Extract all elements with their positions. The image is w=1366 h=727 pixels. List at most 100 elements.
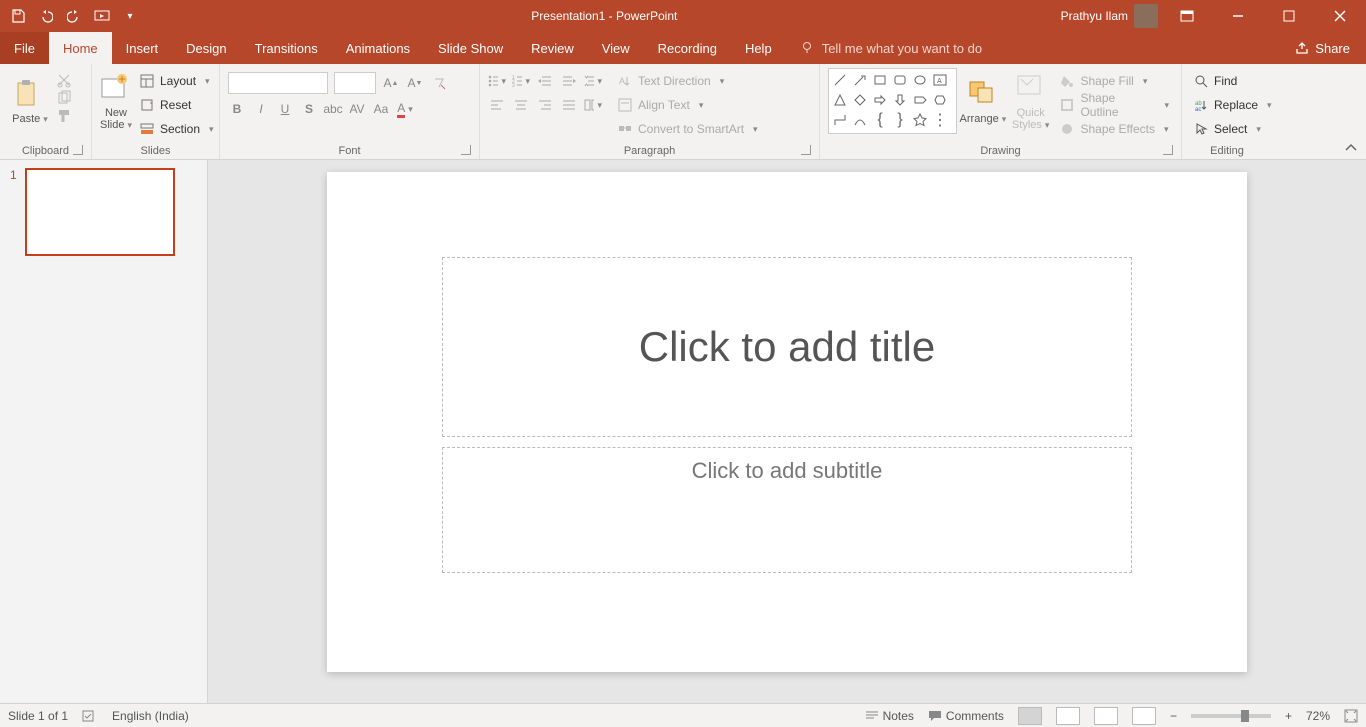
notes-button[interactable]: Notes <box>865 709 914 723</box>
title-placeholder[interactable]: Click to add title <box>442 257 1132 437</box>
customize-qat-icon[interactable]: ▾ <box>122 8 138 24</box>
align-left-icon[interactable] <box>488 96 506 114</box>
tab-slideshow[interactable]: Slide Show <box>424 32 517 64</box>
tab-animations[interactable]: Animations <box>332 32 424 64</box>
normal-view-icon[interactable] <box>1018 707 1042 725</box>
tab-recording[interactable]: Recording <box>644 32 731 64</box>
slide-sorter-view-icon[interactable] <box>1056 707 1080 725</box>
tab-insert[interactable]: Insert <box>112 32 173 64</box>
zoom-percent[interactable]: 72% <box>1306 709 1330 723</box>
collapse-ribbon-icon[interactable] <box>1344 143 1358 153</box>
font-size-combo[interactable] <box>334 72 376 94</box>
text-shadow-icon[interactable]: abc <box>324 100 342 118</box>
zoom-in-icon[interactable]: + <box>1285 709 1292 723</box>
shape-hexagon-icon[interactable] <box>931 91 949 109</box>
increase-font-icon[interactable]: A▲ <box>382 74 400 92</box>
shape-arrow-icon[interactable] <box>851 71 869 89</box>
zoom-out-icon[interactable]: − <box>1170 709 1177 723</box>
start-from-beginning-icon[interactable] <box>94 8 110 24</box>
minimize-button[interactable] <box>1215 0 1260 32</box>
shape-arrow-down-icon[interactable] <box>891 91 909 109</box>
bullets-icon[interactable] <box>488 72 506 90</box>
tab-design[interactable]: Design <box>172 32 240 64</box>
numbering-icon[interactable]: 123 <box>512 72 530 90</box>
user-avatar[interactable] <box>1134 4 1158 28</box>
reading-view-icon[interactable] <box>1094 707 1118 725</box>
user-name[interactable]: Prathyu Ilam <box>1061 9 1128 23</box>
convert-smartart-button[interactable]: Convert to SmartArt <box>614 118 762 140</box>
italic-icon[interactable]: I <box>252 100 270 118</box>
layout-button[interactable]: Layout <box>136 70 218 92</box>
text-direction-button[interactable]: AText Direction <box>614 70 762 92</box>
tab-transitions[interactable]: Transitions <box>241 32 332 64</box>
redo-icon[interactable] <box>66 8 82 24</box>
shape-arrow-right-icon[interactable] <box>871 91 889 109</box>
new-slide-button[interactable]: New Slide <box>100 68 132 136</box>
tab-help[interactable]: Help <box>731 32 786 64</box>
tab-file[interactable]: File <box>0 32 49 64</box>
character-spacing-icon[interactable]: AV <box>348 100 366 118</box>
find-button[interactable]: Find <box>1190 70 1276 92</box>
paragraph-launcher-icon[interactable] <box>801 145 811 155</box>
font-name-combo[interactable] <box>228 72 328 94</box>
shape-brace-right-icon[interactable]: } <box>891 111 909 129</box>
tab-home[interactable]: Home <box>49 32 112 64</box>
strikethrough-icon[interactable]: S <box>300 100 318 118</box>
align-center-icon[interactable] <box>512 96 530 114</box>
zoom-slider[interactable] <box>1191 714 1271 718</box>
select-button[interactable]: Select <box>1190 118 1276 140</box>
thumbnail-preview[interactable] <box>25 168 175 256</box>
shape-pentagon-icon[interactable] <box>911 91 929 109</box>
clipboard-launcher-icon[interactable] <box>73 145 83 155</box>
change-case-icon[interactable]: Aa <box>372 100 390 118</box>
shape-connector-elbow-icon[interactable] <box>831 111 849 129</box>
slide-thumbnail-panel[interactable]: 1 <box>0 160 208 703</box>
maximize-button[interactable] <box>1266 0 1311 32</box>
shape-triangle-icon[interactable] <box>831 91 849 109</box>
slide-counter[interactable]: Slide 1 of 1 <box>8 709 68 723</box>
arrange-button[interactable]: Arrange <box>961 68 1005 136</box>
shape-line-icon[interactable] <box>831 71 849 89</box>
decrease-indent-icon[interactable] <box>536 72 554 90</box>
shapes-more-icon[interactable]: ⋮ <box>931 111 949 129</box>
columns-icon[interactable] <box>584 96 602 114</box>
shape-oval-icon[interactable] <box>911 71 929 89</box>
ribbon-display-options-icon[interactable] <box>1164 0 1209 32</box>
decrease-font-icon[interactable]: A▼ <box>406 74 424 92</box>
align-right-icon[interactable] <box>536 96 554 114</box>
subtitle-placeholder[interactable]: Click to add subtitle <box>442 447 1132 573</box>
slideshow-view-icon[interactable] <box>1132 707 1156 725</box>
close-button[interactable] <box>1317 0 1362 32</box>
tell-me-search[interactable]: Tell me what you want to do <box>786 32 996 64</box>
spell-check-icon[interactable] <box>82 709 98 723</box>
slide-canvas-area[interactable]: Click to add title Click to add subtitle <box>208 160 1366 703</box>
paste-button[interactable]: Paste <box>8 68 52 136</box>
section-button[interactable]: Section <box>136 118 218 140</box>
increase-indent-icon[interactable] <box>560 72 578 90</box>
shape-rect-icon[interactable] <box>871 71 889 89</box>
cut-icon[interactable] <box>56 72 72 88</box>
shape-curve-icon[interactable] <box>851 111 869 129</box>
copy-icon[interactable] <box>56 90 72 106</box>
shape-fill-button[interactable]: Shape Fill <box>1056 70 1173 92</box>
comments-button[interactable]: Comments <box>928 709 1004 723</box>
line-spacing-icon[interactable] <box>584 72 602 90</box>
reset-button[interactable]: Reset <box>136 94 218 116</box>
shape-effects-button[interactable]: Shape Effects <box>1056 118 1173 140</box>
shape-textbox-icon[interactable]: A <box>931 71 949 89</box>
shape-star-icon[interactable] <box>911 111 929 129</box>
format-painter-icon[interactable] <box>56 108 72 124</box>
replace-button[interactable]: abacReplace <box>1190 94 1276 116</box>
tab-view[interactable]: View <box>588 32 644 64</box>
shape-roundrect-icon[interactable] <box>891 71 909 89</box>
fit-to-window-icon[interactable] <box>1344 709 1358 723</box>
shape-brace-left-icon[interactable]: { <box>871 111 889 129</box>
clear-formatting-icon[interactable] <box>430 74 448 92</box>
tab-review[interactable]: Review <box>517 32 588 64</box>
quick-styles-button[interactable]: Quick Styles <box>1009 68 1053 136</box>
thumbnail-slide-1[interactable]: 1 <box>10 168 197 256</box>
shape-diamond-icon[interactable] <box>851 91 869 109</box>
share-button[interactable]: Share <box>1279 32 1366 64</box>
drawing-launcher-icon[interactable] <box>1163 145 1173 155</box>
font-launcher-icon[interactable] <box>461 145 471 155</box>
